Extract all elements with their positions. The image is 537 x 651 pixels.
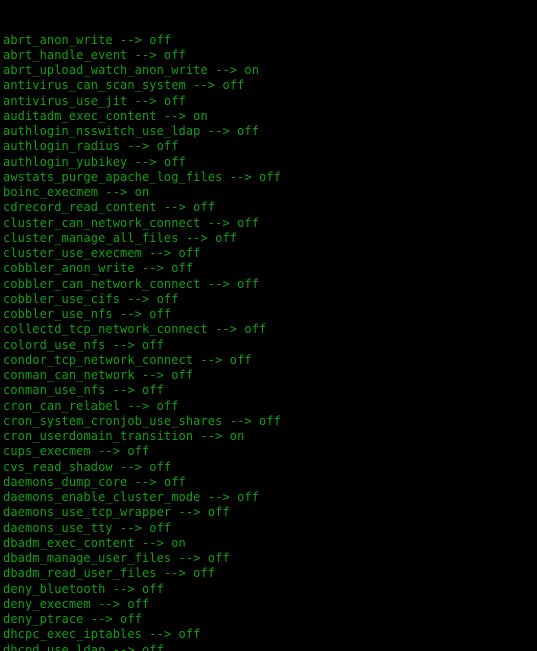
boolean-line: cups_execmem --> off bbox=[3, 444, 150, 459]
boolean-line: abrt_handle_event --> off bbox=[3, 47, 186, 62]
boolean-line: dhcpd_use_ldap --> off bbox=[3, 642, 164, 651]
boolean-line: cdrecord_read_content --> off bbox=[3, 200, 216, 215]
boolean-line: cluster_manage_all_files --> off bbox=[3, 230, 238, 245]
boolean-line: antivirus_use_jit --> off bbox=[3, 93, 186, 108]
boolean-line: cron_can_relabel --> off bbox=[3, 398, 179, 413]
boolean-line: condor_tcp_network_connect --> off bbox=[3, 352, 252, 367]
boolean-line: daemons_use_tty --> off bbox=[3, 520, 172, 535]
boolean-line: daemons_dump_core --> off bbox=[3, 474, 186, 489]
boolean-line: auditadm_exec_content --> on bbox=[3, 108, 208, 123]
boolean-line: abrt_anon_write --> off bbox=[3, 32, 172, 47]
boolean-line: cobbler_can_network_connect --> off bbox=[3, 276, 260, 291]
boolean-line: cluster_can_network_connect --> off bbox=[3, 215, 260, 230]
boolean-line: cluster_use_execmem --> off bbox=[3, 246, 201, 260]
boolean-list: abrt_anon_write --> off abrt_handle_event… bbox=[3, 33, 537, 651]
boolean-line: deny_ptrace --> off bbox=[3, 612, 142, 626]
boolean-line: conman_use_nfs --> off bbox=[3, 383, 164, 398]
boolean-line: conman_can_network --> off bbox=[3, 368, 194, 382]
boolean-line: awstats_purge_apache_log_files --> off bbox=[3, 169, 281, 184]
boolean-line: colord_use_nfs --> off bbox=[3, 337, 164, 352]
boolean-line: antivirus_can_scan_system --> off bbox=[3, 78, 245, 93]
boolean-line: dbadm_manage_user_files --> off bbox=[3, 551, 230, 565]
boolean-line: deny_bluetooth --> off bbox=[3, 581, 164, 596]
boolean-line: cron_system_cronjob_use_shares --> off bbox=[3, 413, 281, 428]
boolean-line: dbadm_exec_content --> on bbox=[3, 535, 186, 550]
boolean-line: boinc_execmem --> on bbox=[3, 185, 150, 199]
boolean-line: dhcpc_exec_iptables --> off bbox=[3, 627, 201, 642]
boolean-line: cron_userdomain_transition --> on bbox=[3, 429, 245, 443]
boolean-line: authlogin_nsswitch_use_ldap --> off bbox=[3, 124, 260, 138]
boolean-line: cobbler_use_nfs --> off bbox=[3, 307, 172, 321]
boolean-line: authlogin_yubikey --> off bbox=[3, 154, 186, 169]
terminal-output-pane[interactable]: abrt_anon_write --> off abrt_handle_event… bbox=[0, 0, 537, 651]
boolean-line: cobbler_use_cifs --> off bbox=[3, 291, 179, 306]
boolean-line: authlogin_radius --> off bbox=[3, 139, 179, 154]
boolean-line: abrt_upload_watch_anon_write --> on bbox=[3, 63, 260, 77]
boolean-line: deny_execmem --> off bbox=[3, 596, 150, 611]
boolean-line: collectd_tcp_network_connect --> off bbox=[3, 322, 267, 337]
boolean-line: daemons_enable_cluster_mode --> off bbox=[3, 490, 260, 504]
boolean-line: cvs_read_shadow --> off bbox=[3, 459, 172, 474]
boolean-line: dbadm_read_user_files --> off bbox=[3, 566, 216, 581]
boolean-line: cobbler_anon_write --> off bbox=[3, 261, 194, 276]
boolean-line: daemons_use_tcp_wrapper --> off bbox=[3, 505, 230, 520]
